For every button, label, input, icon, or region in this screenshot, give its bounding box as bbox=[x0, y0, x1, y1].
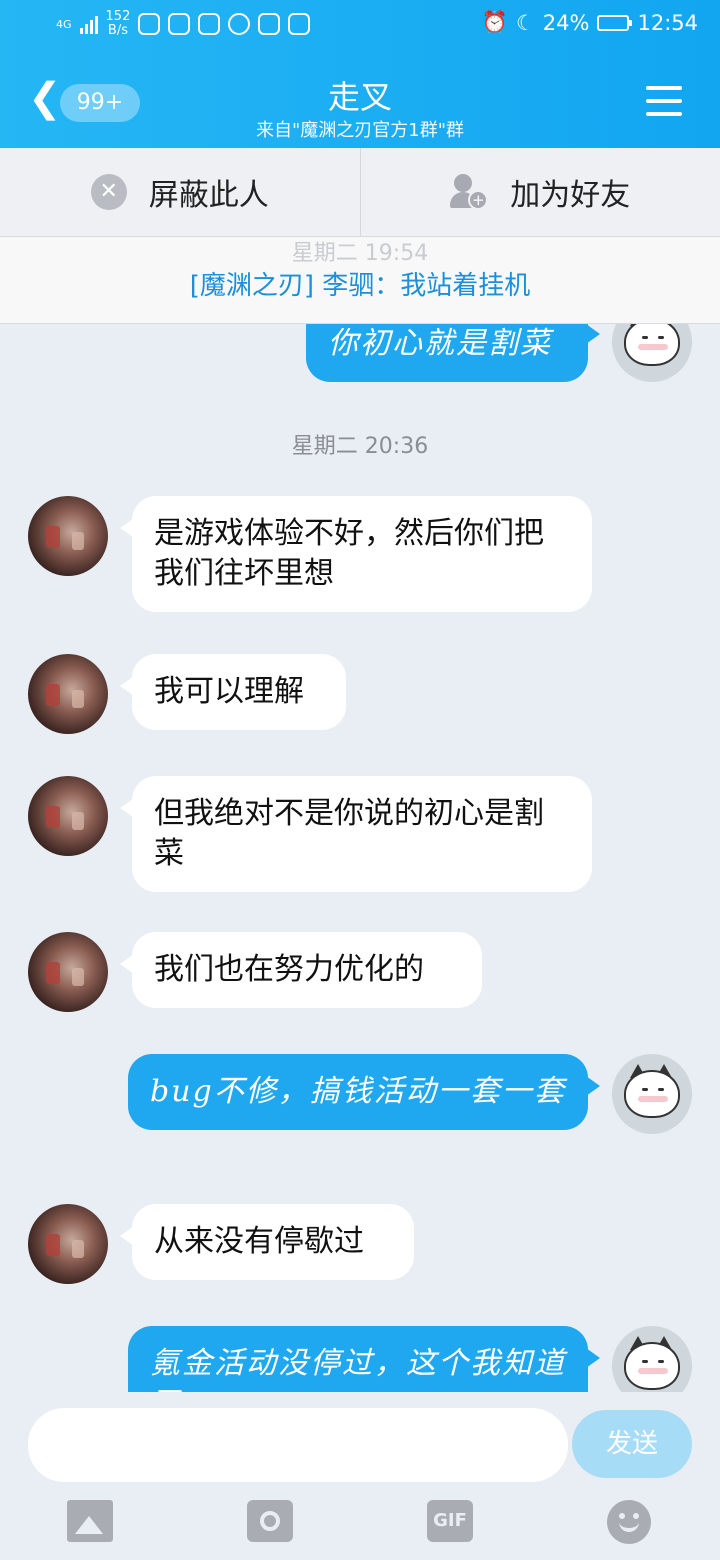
touch-icon bbox=[198, 13, 221, 35]
music-icon bbox=[258, 13, 281, 35]
message-bubble-outgoing[interactable]: bug不修，搞钱活动一套一套 bbox=[128, 1054, 600, 1130]
message-timestamp: 星期二 20:36 bbox=[291, 434, 429, 459]
network-type: 4G bbox=[56, 17, 72, 31]
message-bubble-incoming[interactable]: 从来没有停歇过 bbox=[120, 1204, 414, 1280]
my-avatar[interactable] bbox=[612, 324, 692, 382]
notice-text: [魔渊之刃] 李驷：我站着挂机 bbox=[189, 271, 531, 301]
emoji-icon[interactable] bbox=[607, 1500, 651, 1544]
message-bubble-incoming[interactable]: 但我绝对不是你说的初心是割菜 bbox=[120, 776, 592, 892]
top-bar: 4G 152 B/s ⏰ ☾ 24% 12:54 ❮ 99+ 走叉 来自"魔渊之刃… bbox=[0, 0, 720, 148]
chat-title: 走叉 bbox=[327, 78, 392, 116]
app-notification-icon-2 bbox=[288, 13, 311, 35]
message-bubble-incoming[interactable]: 我们也在努力优化的 bbox=[120, 932, 482, 1008]
sender-avatar[interactable] bbox=[28, 1204, 108, 1284]
eye-icon bbox=[138, 13, 161, 35]
my-avatar[interactable] bbox=[612, 1326, 692, 1392]
sender-avatar[interactable] bbox=[28, 776, 108, 856]
chat-subtitle: 来自"魔渊之刃官方1群"群 bbox=[255, 120, 464, 141]
sender-avatar[interactable] bbox=[28, 932, 108, 1012]
battery-percent: 24% bbox=[542, 10, 590, 35]
menu-icon[interactable] bbox=[646, 86, 682, 116]
signal-icon bbox=[79, 14, 98, 34]
network-speed: 152 B/s bbox=[105, 9, 131, 38]
add-friend-icon: + bbox=[450, 174, 489, 210]
block-user-button[interactable]: ✕ 屏蔽此人 bbox=[0, 148, 361, 236]
send-button[interactable]: 发送 bbox=[572, 1410, 692, 1478]
block-icon: ✕ bbox=[90, 174, 127, 210]
browser-icon bbox=[228, 13, 251, 35]
input-bar: 发送 GIF bbox=[0, 1392, 720, 1560]
group-notice-bar[interactable]: 星期二 19:54 [魔渊之刃] 李驷：我站着挂机 bbox=[0, 237, 720, 324]
gif-icon[interactable]: GIF bbox=[427, 1500, 473, 1542]
block-user-label: 屏蔽此人 bbox=[148, 178, 269, 213]
camera-icon[interactable] bbox=[247, 1500, 293, 1542]
notice-ghost-time: 星期二 19:54 bbox=[291, 241, 429, 266]
clock-time: 12:54 bbox=[637, 10, 698, 35]
status-bar: 4G 152 B/s ⏰ ☾ 24% 12:54 bbox=[0, 0, 720, 56]
app-notification-icon bbox=[168, 13, 191, 35]
alarm-icon: ⏰ bbox=[481, 10, 508, 34]
my-avatar[interactable] bbox=[612, 1054, 692, 1134]
chat-header: ❮ 99+ 走叉 来自"魔渊之刃官方1群"群 bbox=[0, 56, 720, 148]
moon-icon: ☾ bbox=[515, 10, 535, 35]
action-bar: ✕ 屏蔽此人 + 加为好友 bbox=[0, 148, 720, 237]
message-bubble-incoming[interactable]: 我可以理解 bbox=[120, 654, 346, 730]
message-input[interactable] bbox=[28, 1408, 568, 1482]
toolbar: GIF bbox=[0, 1496, 720, 1552]
message-bubble-outgoing[interactable]: 氪金活动没停过，这个我知道了 bbox=[128, 1326, 600, 1392]
message-list[interactable]: 你初心就是割菜 星期二 20:36 是游戏体验不好，然后你们把我们往坏里想 我可… bbox=[0, 324, 720, 1392]
message-bubble-outgoing[interactable]: 你初心就是割菜 bbox=[306, 324, 600, 382]
sender-avatar[interactable] bbox=[28, 654, 108, 734]
image-icon[interactable] bbox=[67, 1500, 113, 1542]
sender-avatar[interactable] bbox=[28, 496, 108, 576]
add-friend-button[interactable]: + 加为好友 bbox=[361, 148, 720, 236]
message-bubble-incoming[interactable]: 是游戏体验不好，然后你们把我们往坏里想 bbox=[120, 496, 592, 612]
add-friend-label: 加为好友 bbox=[510, 178, 631, 213]
battery-icon bbox=[597, 14, 633, 31]
